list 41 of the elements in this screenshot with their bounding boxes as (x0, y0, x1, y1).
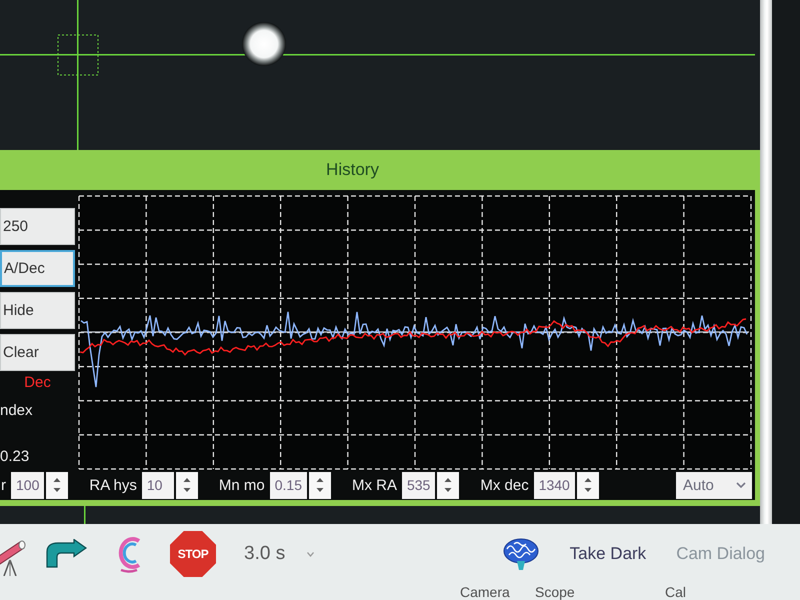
stat-value: 0.23 (0, 448, 30, 465)
spin-arrows-icon (584, 477, 592, 493)
number-field[interactable]: 535 (402, 472, 436, 498)
lock-box (58, 34, 98, 76)
exposure-dropdown[interactable]: 3.0 s (244, 543, 314, 565)
stat-label: ndex (0, 402, 33, 419)
spin-arrows-icon (316, 477, 324, 493)
curved-arrow-icon[interactable] (45, 539, 87, 569)
field-label: r (1, 476, 6, 494)
spin-button[interactable] (308, 472, 331, 498)
panel-button[interactable]: Clear (0, 334, 75, 371)
spin-button[interactable] (176, 472, 198, 498)
caret-icon (736, 482, 746, 488)
brain-icon[interactable] (502, 537, 540, 571)
legend-label: Dec (24, 374, 51, 391)
spin-button[interactable] (46, 472, 68, 498)
panel-button[interactable]: 250 (0, 208, 75, 245)
field-label: Mn mo (218, 476, 265, 494)
spin-button[interactable] (437, 472, 460, 498)
toolbar-button[interactable]: Take Dark (570, 544, 646, 564)
panel-button[interactable]: Hide (0, 292, 75, 329)
field-label: Mx RA (352, 476, 397, 494)
number-field[interactable]: 0.15 (270, 472, 307, 498)
window-title: History (326, 160, 379, 180)
spin-arrows-icon (444, 477, 452, 493)
scale-dropdown[interactable]: Auto (676, 472, 752, 498)
spin-button[interactable] (576, 472, 599, 498)
spin-arrows-icon (182, 477, 191, 493)
crosshair-vertical-line (84, 506, 86, 524)
number-field[interactable]: 10 (142, 472, 174, 498)
field-label: RA hys (89, 476, 137, 494)
status-label: Camera (460, 584, 511, 600)
number-field[interactable]: 1340 (534, 472, 575, 498)
spin-arrows-icon (53, 477, 62, 493)
status-label: Scope (535, 584, 576, 600)
field-label: Mx dec (480, 476, 529, 494)
number-field[interactable]: 100 (11, 472, 44, 498)
panel-button[interactable]: A/Dec (0, 250, 75, 287)
stop-button[interactable]: STOP (170, 531, 216, 577)
caret-icon (307, 552, 314, 556)
status-label: Cal (665, 584, 688, 600)
